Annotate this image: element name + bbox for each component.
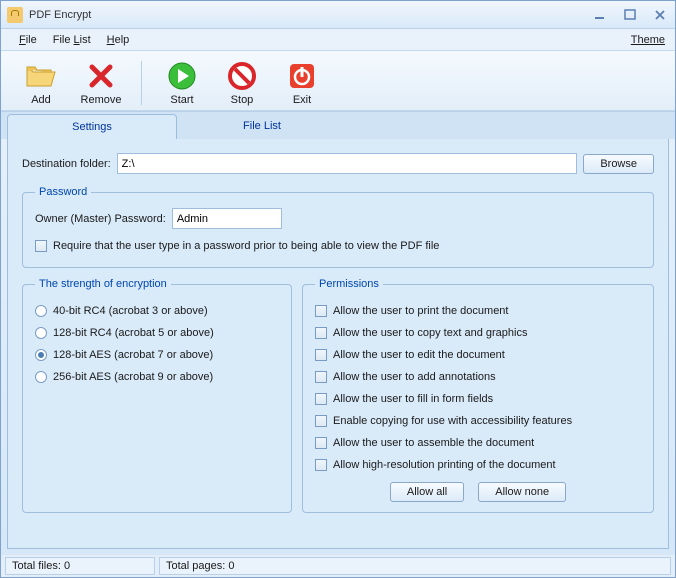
menu-file[interactable]: File [11, 32, 45, 48]
titlebar: PDF Encrypt [1, 1, 675, 29]
toolbar: Add Remove Start Stop Exit [1, 51, 675, 111]
x-icon [85, 60, 117, 92]
encryption-legend: The strength of encryption [35, 278, 171, 290]
perm-hires-print-checkbox[interactable] [315, 459, 327, 471]
encryption-fieldset: The strength of encryption 40-bit RC4 (a… [22, 278, 292, 513]
perm-print-checkbox[interactable] [315, 305, 327, 317]
allow-all-button[interactable]: Allow all [390, 482, 464, 502]
start-button[interactable]: Start [156, 60, 208, 106]
perm-annotate-checkbox[interactable] [315, 371, 327, 383]
password-fieldset: Password Owner (Master) Password: Requir… [22, 186, 654, 268]
power-icon [286, 60, 318, 92]
menubar: File File List Help Theme [1, 29, 675, 51]
status-total-pages: Total pages: 0 [159, 557, 671, 575]
require-view-label: Require that the user type in a password… [53, 240, 439, 252]
statusbar: Total files: 0 Total pages: 0 [1, 555, 675, 577]
toolbar-separator [141, 61, 142, 105]
enc-256-aes-radio[interactable] [35, 371, 47, 383]
app-icon [7, 7, 23, 23]
perm-copy-checkbox[interactable] [315, 327, 327, 339]
enc-40-rc4-radio[interactable] [35, 305, 47, 317]
perm-accessibility-checkbox[interactable] [315, 415, 327, 427]
permissions-legend: Permissions [315, 278, 383, 290]
dest-input[interactable] [117, 153, 578, 174]
password-legend: Password [35, 186, 91, 198]
stop-button[interactable]: Stop [216, 60, 268, 106]
dest-label: Destination folder: [22, 158, 111, 170]
tab-filelist[interactable]: File List [177, 114, 347, 139]
stop-icon [226, 60, 258, 92]
permissions-fieldset: Permissions Allow the user to print the … [302, 278, 654, 513]
tab-bar: Settings File List [1, 111, 675, 139]
window-title: PDF Encrypt [29, 9, 591, 21]
menu-theme[interactable]: Theme [631, 34, 665, 46]
perm-edit-checkbox[interactable] [315, 349, 327, 361]
exit-button[interactable]: Exit [276, 60, 328, 106]
browse-button[interactable]: Browse [583, 154, 654, 174]
minimize-button[interactable] [591, 8, 609, 22]
remove-button[interactable]: Remove [75, 60, 127, 106]
enc-128-rc4-radio[interactable] [35, 327, 47, 339]
play-icon [166, 60, 198, 92]
menu-filelist[interactable]: File List [45, 32, 99, 48]
folder-open-icon [25, 60, 57, 92]
perm-forms-checkbox[interactable] [315, 393, 327, 405]
owner-password-label: Owner (Master) Password: [35, 213, 166, 225]
close-button[interactable] [651, 8, 669, 22]
settings-panel: Destination folder: Browse Password Owne… [7, 139, 669, 549]
tab-settings[interactable]: Settings [7, 114, 177, 139]
enc-128-aes-radio[interactable] [35, 349, 47, 361]
add-button[interactable]: Add [15, 60, 67, 106]
menu-help[interactable]: Help [99, 32, 138, 48]
owner-password-input[interactable] [172, 208, 282, 229]
perm-assemble-checkbox[interactable] [315, 437, 327, 449]
window-controls [591, 8, 669, 22]
require-view-checkbox[interactable] [35, 240, 47, 252]
allow-none-button[interactable]: Allow none [478, 482, 566, 502]
status-total-files: Total files: 0 [5, 557, 155, 575]
app-window: PDF Encrypt File File List Help Theme Ad… [0, 0, 676, 578]
maximize-button[interactable] [621, 8, 639, 22]
